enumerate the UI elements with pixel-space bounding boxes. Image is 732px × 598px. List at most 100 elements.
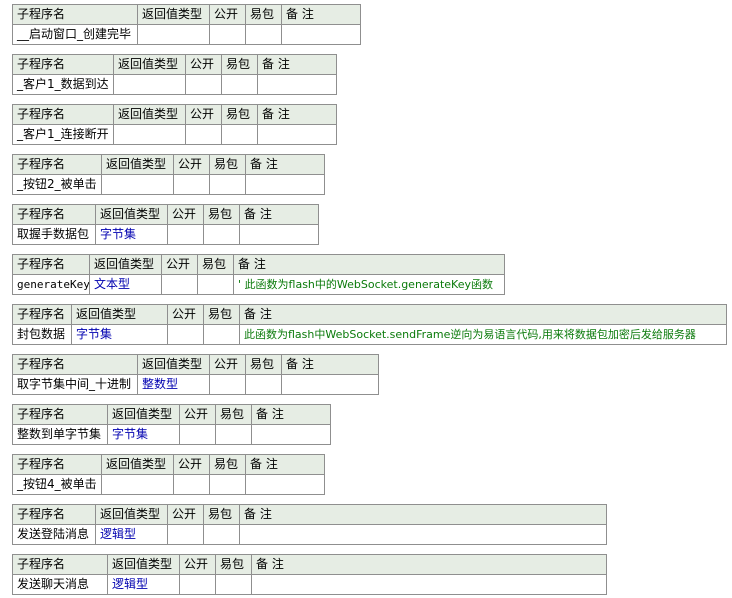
note-cell[interactable] [245, 474, 325, 495]
easy-pack-cell[interactable] [215, 424, 252, 445]
return-type-cell[interactable]: 文本型 [89, 274, 162, 295]
subroutine-name[interactable]: 发送登陆消息 [12, 524, 96, 545]
table-row[interactable]: _客户1_数据到达 [12, 74, 337, 95]
subroutine-name[interactable]: __启动窗口_创建完毕 [12, 24, 138, 45]
note-cell[interactable]: 此函数为flash中WebSocket.sendFrame逆向为易语言代码,用来… [239, 324, 727, 345]
easy-pack-cell[interactable] [209, 174, 246, 195]
header-row: 子程序名 返回值类型 公开 易包 备 注 [12, 404, 331, 425]
header-note: 备 注 [245, 454, 325, 475]
header-note: 备 注 [281, 4, 361, 25]
subroutine-block: 子程序名 返回值类型 公开 易包 备 注 取字节集中间_十进制 整数型 [12, 354, 379, 395]
public-cell[interactable] [209, 374, 246, 395]
header-row: 子程序名 返回值类型 公开 易包 备 注 [12, 254, 505, 275]
subroutine-block: 子程序名 返回值类型 公开 易包 备 注 取握手数据包 字节集 [12, 204, 319, 245]
header-note: 备 注 [233, 254, 505, 275]
table-row[interactable]: 发送聊天消息 逻辑型 [12, 574, 607, 595]
easy-pack-cell[interactable] [203, 224, 240, 245]
return-type-cell[interactable] [113, 74, 186, 95]
return-type-cell[interactable] [113, 124, 186, 145]
header-row: 子程序名 返回值类型 公开 易包 备 注 [12, 304, 727, 325]
note-cell[interactable] [239, 224, 319, 245]
easy-pack-cell[interactable] [209, 474, 246, 495]
public-cell[interactable] [179, 424, 216, 445]
subroutine-name[interactable]: 取握手数据包 [12, 224, 96, 245]
subroutine-table: 子程序名 返回值类型 公开 易包 备 注 _按钮4_被单击 [12, 454, 325, 495]
table-row[interactable]: generateKey 文本型 ' 此函数为flash中的WebSocket.g… [12, 274, 505, 295]
easy-pack-cell[interactable] [203, 524, 240, 545]
header-row: 子程序名 返回值类型 公开 易包 备 注 [12, 154, 325, 175]
subroutine-name[interactable]: 取字节集中间_十进制 [12, 374, 138, 395]
public-cell[interactable] [161, 274, 198, 295]
header-note: 备 注 [281, 354, 379, 375]
easy-pack-cell[interactable] [245, 374, 282, 395]
public-cell[interactable] [167, 324, 204, 345]
subroutine-name[interactable]: _客户1_连接断开 [12, 124, 114, 145]
easy-pack-cell[interactable] [245, 24, 282, 45]
subroutine-block: 子程序名 返回值类型 公开 易包 备 注 _客户1_连接断开 [12, 104, 337, 145]
return-type-cell[interactable] [137, 24, 210, 45]
subroutine-table: 子程序名 返回值类型 公开 易包 备 注 发送登陆消息 逻辑型 [12, 504, 607, 545]
table-row[interactable]: 整数到单字节集 字节集 [12, 424, 331, 445]
subroutine-name[interactable]: 整数到单字节集 [12, 424, 108, 445]
return-type-cell[interactable]: 逻辑型 [95, 524, 168, 545]
note-cell[interactable] [257, 124, 337, 145]
public-cell[interactable] [167, 224, 204, 245]
public-cell[interactable] [173, 474, 210, 495]
header-public: 公开 [179, 404, 216, 425]
table-row[interactable]: 封包数据 字节集 此函数为flash中WebSocket.sendFrame逆向… [12, 324, 727, 345]
return-type-cell[interactable]: 字节集 [71, 324, 168, 345]
easy-pack-cell[interactable] [215, 574, 252, 595]
header-easy-pack: 易包 [203, 204, 240, 225]
public-cell[interactable] [185, 124, 222, 145]
return-type-cell[interactable]: 逻辑型 [107, 574, 180, 595]
public-cell[interactable] [185, 74, 222, 95]
return-type-cell[interactable] [101, 474, 174, 495]
header-return-type: 返回值类型 [137, 4, 210, 25]
header-name: 子程序名 [12, 304, 72, 325]
note-cell[interactable] [239, 524, 607, 545]
easy-pack-cell[interactable] [221, 74, 258, 95]
table-row[interactable]: __启动窗口_创建完毕 [12, 24, 361, 45]
subroutine-name[interactable]: _客户1_数据到达 [12, 74, 114, 95]
subroutine-name[interactable]: _按钮4_被单击 [12, 474, 102, 495]
subroutine-name[interactable]: _按钮2_被单击 [12, 174, 102, 195]
header-row: 子程序名 返回值类型 公开 易包 备 注 [12, 354, 379, 375]
public-cell[interactable] [179, 574, 216, 595]
subroutine-table: 子程序名 返回值类型 公开 易包 备 注 _客户1_连接断开 [12, 104, 337, 145]
subroutine-name[interactable]: 封包数据 [12, 324, 72, 345]
note-cell[interactable] [281, 24, 361, 45]
header-public: 公开 [167, 204, 204, 225]
header-name: 子程序名 [12, 154, 102, 175]
subroutine-table: 子程序名 返回值类型 公开 易包 备 注 generateKey 文本型 ' 此… [12, 254, 505, 295]
subroutine-table: 子程序名 返回值类型 公开 易包 备 注 取字节集中间_十进制 整数型 [12, 354, 379, 395]
header-public: 公开 [185, 104, 222, 125]
subroutine-name[interactable]: 发送聊天消息 [12, 574, 108, 595]
subroutine-name[interactable]: generateKey [12, 274, 90, 295]
note-cell[interactable] [251, 574, 607, 595]
table-row[interactable]: 发送登陆消息 逻辑型 [12, 524, 607, 545]
public-cell[interactable] [209, 24, 246, 45]
easy-pack-cell[interactable] [221, 124, 258, 145]
note-cell[interactable] [257, 74, 337, 95]
note-cell[interactable] [281, 374, 379, 395]
note-cell[interactable] [245, 174, 325, 195]
return-type-cell[interactable]: 字节集 [95, 224, 168, 245]
table-row[interactable]: 取字节集中间_十进制 整数型 [12, 374, 379, 395]
header-return-type: 返回值类型 [95, 204, 168, 225]
table-row[interactable]: 取握手数据包 字节集 [12, 224, 319, 245]
return-type-cell[interactable]: 整数型 [137, 374, 210, 395]
return-type-cell[interactable]: 字节集 [107, 424, 180, 445]
public-cell[interactable] [173, 174, 210, 195]
note-cell[interactable]: ' 此函数为flash中的WebSocket.generateKey函数 [233, 274, 505, 295]
note-cell[interactable] [251, 424, 331, 445]
easy-pack-cell[interactable] [203, 324, 240, 345]
subroutine-table: 子程序名 返回值类型 公开 易包 备 注 整数到单字节集 字节集 [12, 404, 331, 445]
table-row[interactable]: _客户1_连接断开 [12, 124, 337, 145]
header-public: 公开 [173, 154, 210, 175]
return-type-cell[interactable] [101, 174, 174, 195]
header-name: 子程序名 [12, 454, 102, 475]
table-row[interactable]: _按钮4_被单击 [12, 474, 325, 495]
table-row[interactable]: _按钮2_被单击 [12, 174, 325, 195]
public-cell[interactable] [167, 524, 204, 545]
easy-pack-cell[interactable] [197, 274, 234, 295]
